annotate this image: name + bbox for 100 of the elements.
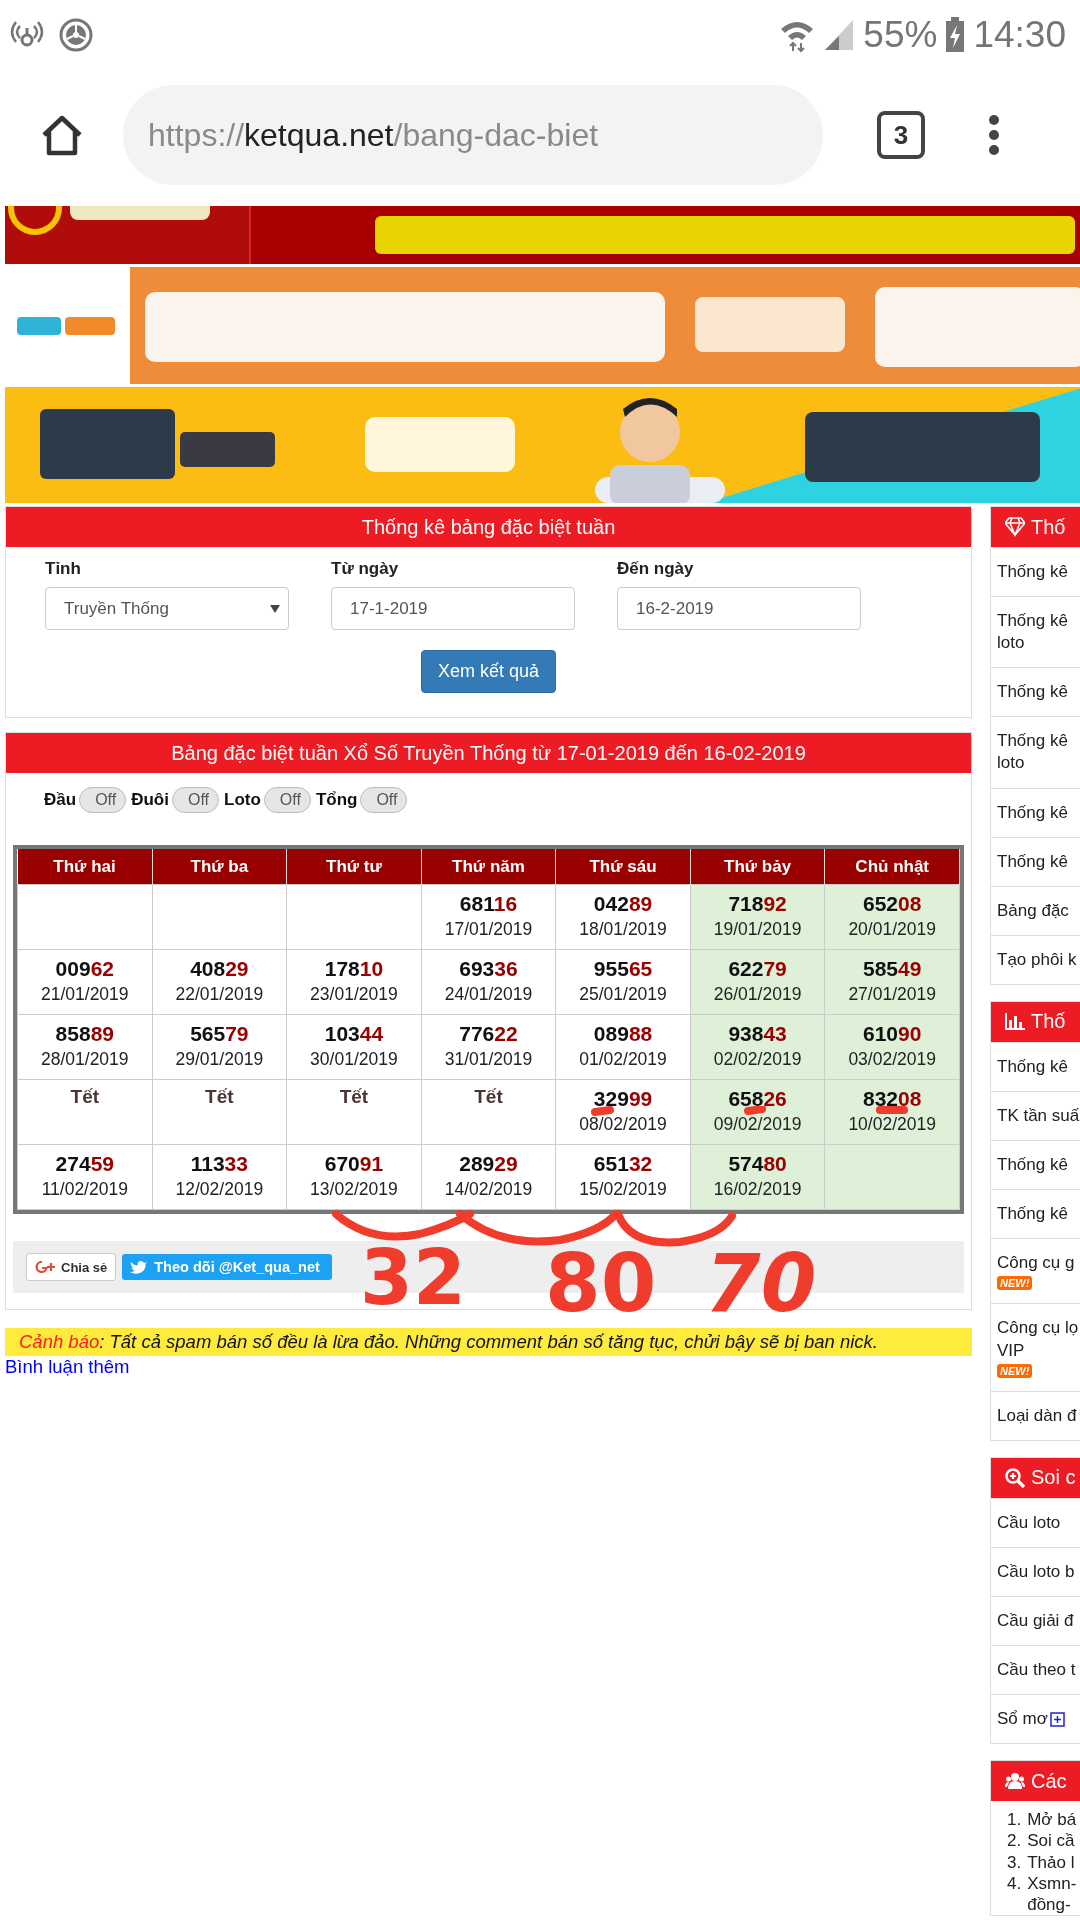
share-button[interactable]: Chia sẻ [26, 1253, 117, 1281]
toggle-switch[interactable]: Off [79, 787, 127, 813]
result-number: 10344 [323, 1022, 385, 1046]
result-number: 69336 [458, 957, 519, 981]
result-date: 13/02/2019 [309, 1179, 399, 1200]
sidebar-link[interactable]: Cầu giải đ [997, 1609, 1074, 1632]
result-number: 85889 [54, 1022, 115, 1046]
column-header: Thứ sáu [555, 849, 691, 885]
column-header: Thứ tư [286, 849, 422, 885]
sidebar-link[interactable]: Soi cầ [1027, 1830, 1075, 1852]
dropdown[interactable]: Truyền Thống [45, 587, 289, 630]
warning-text: Cảnh báo: Tất cả spam bán số đều là lừa đảo. Những comment bán số tăng tục, chửi bậy sẽ bị ban nick. [19, 1331, 878, 1352]
sidebar-link[interactable]: Sổ mơ [997, 1708, 1048, 1731]
sidebar-link[interactable]: Cầu theo t [997, 1658, 1076, 1682]
sidebar-link[interactable]: Tạo phôi k [997, 948, 1077, 971]
handwritten-number: 32 [360, 1240, 466, 1316]
sidebar-link[interactable]: Loại dàn đ [997, 1404, 1077, 1427]
sidebar-link[interactable]: Công cụ lọ VIP [997, 1317, 1079, 1362]
diamond-icon [1005, 517, 1025, 537]
result-number: 65826 [727, 1087, 788, 1111]
panel-title: Bảng đặc biệt tuần Xổ Số Truyền Thống từ 17-01-2019 đến 16-02-2019 [6, 733, 971, 773]
date-field[interactable]: 17-1-2019 [331, 587, 575, 630]
caret-icon [270, 604, 280, 613]
column-header: Thứ hai [17, 849, 153, 885]
sidebar-link[interactable]: Cầu loto [997, 1511, 1061, 1534]
list-number: 2. [1007, 1830, 1022, 1852]
sidebar-link[interactable]: Thống kê [997, 561, 1068, 584]
clock: 14:30 [973, 14, 1066, 56]
battery-percentage: 55% [863, 14, 938, 56]
result-number: 71892 [727, 892, 788, 916]
result-date: 25/01/2019 [578, 984, 668, 1005]
result-date: 21/01/2019 [40, 984, 130, 1005]
url-text: https://ketqua.net/bang-dac-biet [148, 116, 599, 154]
sidebar-link[interactable]: Xsmn- đồng- [1027, 1872, 1077, 1916]
address-bar[interactable]: https://ketqua.net/bang-dac-biet [123, 85, 823, 185]
result-date: 19/01/2019 [712, 919, 803, 940]
list-number: 4. [1007, 1872, 1022, 1895]
toggle-switch[interactable]: Off [171, 787, 219, 813]
sidebar-link[interactable]: Bảng đặc [997, 899, 1069, 922]
result-number: 61090 [862, 1022, 923, 1046]
bar-chart-icon [1005, 1011, 1025, 1032]
date-field[interactable]: 16-2-2019 [617, 587, 861, 630]
sidebar-link[interactable]: Công cụ g [997, 1252, 1075, 1275]
result-date: 24/01/2019 [443, 984, 534, 1005]
home-icon[interactable] [40, 113, 84, 157]
more-comments-link[interactable]: Bình luận thêm [5, 1356, 130, 1378]
column-header: Thứ ba [152, 849, 287, 885]
tab-count-button[interactable]: 3 [877, 111, 925, 159]
menu-icon[interactable] [987, 113, 1001, 157]
handwritten-number: 80 [545, 1244, 657, 1324]
toggle-label: Tổng [315, 790, 358, 810]
result-number: 40829 [189, 957, 250, 981]
list-number: 1. [1007, 1809, 1022, 1831]
result-date: 20/01/2019 [847, 919, 937, 940]
toggle-label: Đuôi [131, 790, 169, 810]
result-date: 27/01/2019 [847, 984, 937, 1005]
plus-box-icon[interactable] [1049, 1711, 1065, 1727]
google-plus-icon [35, 1260, 55, 1274]
sidebar-link[interactable]: Thống kê [997, 1203, 1068, 1226]
sidebar-link[interactable]: Thống kê [997, 1055, 1068, 1079]
holiday-label: Tết [69, 1086, 101, 1108]
new-badge: NEW! [997, 1363, 1033, 1378]
result-date: 17/01/2019 [443, 919, 534, 940]
result-number: 28929 [458, 1152, 519, 1176]
result-date: 16/02/2019 [712, 1179, 803, 1200]
result-number: 67091 [323, 1152, 385, 1176]
column-header: Chủ nhật [824, 849, 960, 885]
aperture-icon [58, 17, 94, 53]
field-label: Tỉnh [45, 559, 82, 579]
sidebar-link[interactable]: Thống kê [997, 801, 1068, 824]
sidebar-link[interactable]: Thảo l [1027, 1851, 1075, 1873]
result-number: 65208 [862, 892, 923, 916]
zoom-in-icon [1005, 1467, 1025, 1488]
sidebar-link[interactable]: Thống kê loto [997, 610, 1068, 655]
result-date: 31/01/2019 [443, 1049, 534, 1070]
result-number: 04289 [592, 892, 654, 916]
result-number: 68116 [458, 892, 519, 916]
result-number: 17810 [323, 957, 385, 981]
field-label: Đến ngày [617, 559, 695, 579]
result-date: 14/02/2019 [443, 1179, 534, 1200]
battery-icon [945, 17, 966, 53]
sidebar-link[interactable]: TK tần suấ [997, 1105, 1080, 1128]
sidebar-link[interactable]: Thống kê [997, 1154, 1068, 1177]
sidebar-header: Thố [991, 507, 1080, 547]
result-date: 30/01/2019 [309, 1049, 399, 1070]
toggle-switch[interactable]: Off [360, 787, 408, 813]
result-number: 77622 [458, 1022, 519, 1046]
sidebar-link[interactable]: Thống kê [997, 850, 1068, 873]
submit-button[interactable]: Xem kết quả [420, 650, 557, 693]
result-date: 12/02/2019 [174, 1179, 265, 1200]
sidebar-link[interactable]: Thống kê [997, 681, 1068, 704]
signal-icon [823, 18, 856, 52]
result-number: 62279 [727, 957, 788, 981]
panel-title: Thống kê bảng đặc biệt tuần [6, 507, 971, 547]
holiday-label: Tết [204, 1086, 235, 1108]
sidebar-link[interactable]: Thống kê loto [997, 730, 1068, 775]
sidebar-link[interactable]: Mở bá [1027, 1809, 1077, 1831]
people-icon [1005, 1771, 1025, 1792]
sidebar-link[interactable]: Cầu loto b [997, 1560, 1075, 1583]
toggle-switch[interactable]: Off [263, 787, 311, 813]
